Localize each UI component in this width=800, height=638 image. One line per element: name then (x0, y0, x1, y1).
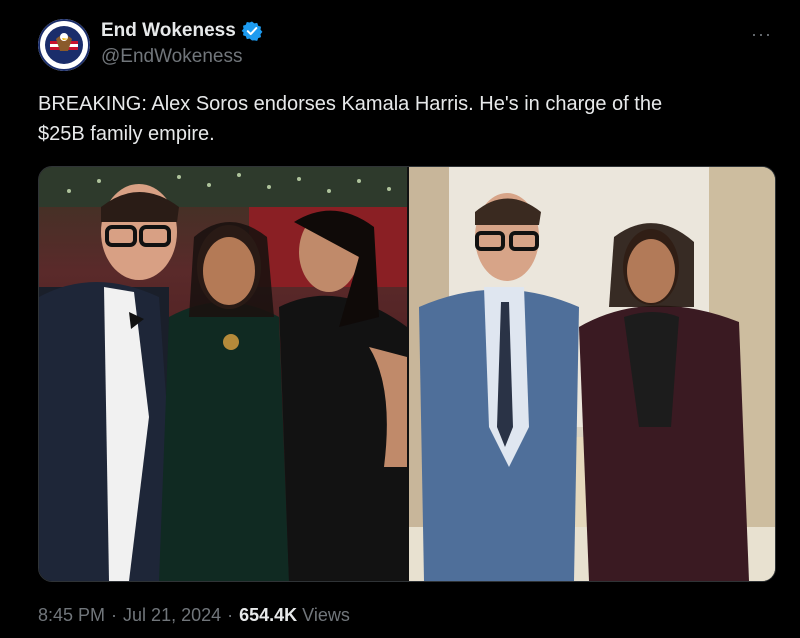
meta-separator: · (227, 605, 234, 625)
event-photo-icon (39, 167, 407, 581)
author-handle[interactable]: @EndWokeness (101, 46, 242, 68)
tweet-date[interactable]: Jul 21, 2024 (123, 605, 221, 626)
more-options-button[interactable]: ··· (751, 24, 772, 45)
event-photo[interactable] (39, 167, 407, 581)
eagle-flag-logo-icon (38, 19, 90, 71)
views-count[interactable]: 654.4K (239, 605, 297, 626)
office-photo-icon (409, 167, 775, 581)
author-display-name[interactable]: End Wokeness (101, 20, 236, 42)
views-label: Views (302, 605, 350, 625)
tweet-time[interactable]: 8:45 PM (38, 605, 105, 626)
tweet-text: BREAKING: Alex Soros endorses Kamala Har… (38, 89, 758, 149)
tweet-meta: 8:45 PM · Jul 21, 2024 · 654.4K Views (38, 605, 350, 626)
tweet-text-line-2: $25B family empire. (38, 123, 215, 145)
office-photo[interactable] (409, 167, 775, 581)
tweet-text-line-1: BREAKING: Alex Soros endorses Kamala Har… (38, 93, 663, 115)
tweet-media[interactable] (38, 166, 776, 582)
meta-separator: · (111, 605, 118, 625)
verified-badge-icon (241, 20, 263, 42)
avatar[interactable] (38, 19, 90, 71)
